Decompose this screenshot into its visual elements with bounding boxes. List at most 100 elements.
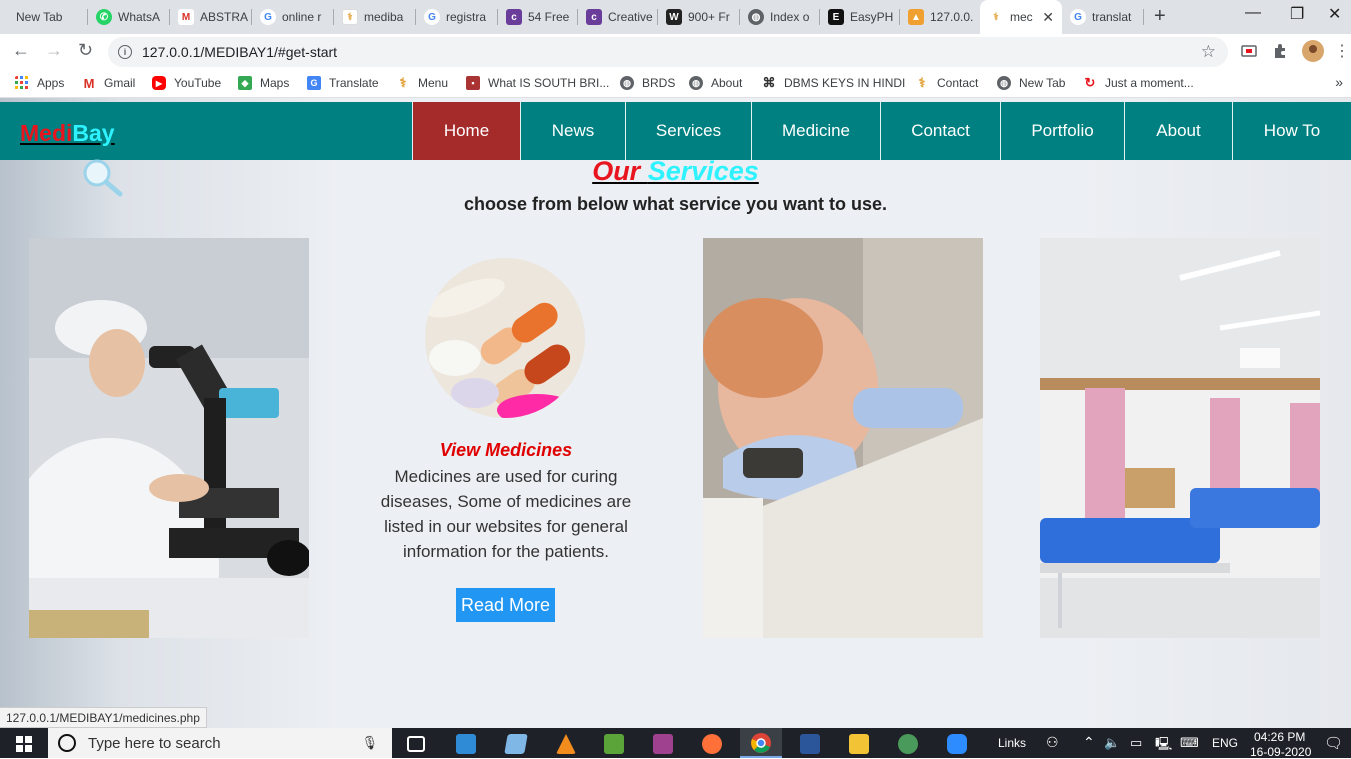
cortana-icon [58,734,76,752]
restore-icon[interactable]: ❐ [1290,4,1304,24]
windows-start-icon[interactable] [16,736,32,752]
zoom-icon[interactable] [947,734,967,754]
show-hidden-icons-chevron[interactable]: ⌃ [1083,734,1095,751]
caduceus-icon: ⚕ [342,9,358,25]
bookmark-contact[interactable]: ⚕ Contact [915,75,978,90]
word-icon[interactable] [800,734,820,754]
bookmark-label: YouTube [174,76,222,90]
bookmark-just-a-moment[interactable]: ↻ Just a moment... [1083,75,1194,90]
chrome-icon [751,733,771,753]
bookmark-youtube[interactable]: ▶ YouTube [152,76,221,90]
people-icon[interactable]: ⚇ [1046,734,1059,751]
bookmark-gmail[interactable]: M Gmail [82,76,135,91]
paint-icon[interactable] [898,734,918,754]
chrome-taskbar-active[interactable] [740,728,782,758]
nav-news[interactable]: News [520,102,625,160]
apps-grid-icon [15,76,28,89]
nav-portfolio[interactable]: Portfolio [1000,102,1124,160]
whatsapp-icon: ✆ [96,9,112,25]
nav-services[interactable]: Services [625,102,751,160]
file-explorer-icon[interactable] [849,734,869,754]
caduceus-icon: ⚕ [915,75,929,90]
nav-medicine[interactable]: Medicine [751,102,880,160]
new-tab-button[interactable]: + [1154,5,1166,28]
clock-date[interactable]: 16-09-2020 [1250,745,1311,759]
volume-icon[interactable]: 🔈 [1104,735,1120,751]
screen-capture-icon[interactable] [456,734,476,754]
task-view-icon[interactable] [407,736,425,752]
keyboard-icon[interactable]: ⌨ [1180,735,1199,751]
notepad-plus-icon[interactable] [604,734,624,754]
close-tab-icon[interactable]: ✕ [1042,9,1054,26]
menu-dots-icon[interactable]: ⋮ [1334,41,1350,61]
minimize-icon[interactable]: — [1245,4,1261,22]
bookmark-dbms-keys[interactable]: ⌘ DBMS KEYS IN HINDI [762,75,905,90]
tab-google-registra[interactable]: G registra [416,0,498,34]
bookmark-menu[interactable]: ⚕ Menu [396,75,448,90]
nav-home[interactable]: Home [412,102,520,160]
globe-icon: ◍ [997,76,1011,90]
clock-time[interactable]: 04:26 PM [1254,730,1305,744]
nav-how-to[interactable]: How To [1232,102,1351,160]
tab-gmail[interactable]: M ABSTRA [170,0,252,34]
vlc-icon[interactable] [556,734,576,754]
network-icon[interactable]: 🖳 [1155,735,1172,757]
globe-icon: ◍ [620,76,634,90]
bookmark-brds[interactable]: ◍ BRDS [620,76,675,90]
tab-new-tab[interactable]: New Tab [0,0,88,34]
tab-medibay-active[interactable]: ⚕ mec ✕ [980,0,1062,34]
sticky-notes-icon[interactable] [504,734,528,754]
tab-54-free[interactable]: c 54 Free [498,0,578,34]
address-bar[interactable]: i 127.0.0.1/MEDIBAY1/#get-start ☆ [108,37,1228,67]
bookmark-maps[interactable]: ◆ Maps [238,76,289,90]
tab-creative[interactable]: c Creative [578,0,658,34]
taskbar-search-box[interactable]: Type here to search 🎙 [48,728,392,758]
nav-label: About [1156,121,1201,140]
tab-label: online r [282,10,322,24]
hospital-ward-photo[interactable] [1040,238,1320,638]
microphone-icon[interactable]: 🎙 [361,735,378,751]
tab-medibay[interactable]: ⚕ mediba [334,0,416,34]
links-toolbar[interactable]: Links [998,736,1026,750]
search-placeholder: Type here to search [88,734,221,752]
tab-900-free[interactable]: W 900+ Fr [658,0,740,34]
colorlib-icon: c [586,9,602,25]
tab-index-of[interactable]: ◍ Index o [740,0,820,34]
extensions-icon[interactable] [1271,42,1289,60]
bookmark-south-bri[interactable]: ▪ What IS SOUTH BRI... [466,76,609,90]
nav-about[interactable]: About [1124,102,1232,160]
forward-icon[interactable]: → [45,40,63,61]
reload-icon[interactable]: ↻ [78,40,93,61]
info-icon[interactable]: i [118,45,132,59]
tab-easyphp[interactable]: E EasyPH [820,0,900,34]
bookmark-apps[interactable]: Apps [15,76,64,90]
profile-avatar-icon[interactable] [1302,40,1324,62]
bookmark-label: New Tab [1019,76,1066,90]
lab-scientist-photo[interactable] [29,238,309,638]
bookmark-label: Translate [329,76,379,90]
read-more-button[interactable]: Read More [456,588,555,622]
bookmark-label: Just a moment... [1105,76,1194,90]
tab-label: EasyPH [850,10,894,24]
notification-icon[interactable]: 🗨 [1324,734,1343,752]
nav-contact[interactable]: Contact [880,102,1000,160]
bookmarks-overflow-icon[interactable]: » [1335,74,1343,90]
battery-icon[interactable]: ▭ [1130,735,1142,751]
bookmark-new-tab[interactable]: ◍ New Tab [997,76,1065,90]
cast-icon[interactable] [1240,42,1258,60]
winrar-icon[interactable] [653,734,673,754]
tab-phpmyadmin[interactable]: ▲ 127.0.0. [900,0,980,34]
tab-whatsapp[interactable]: ✆ WhatsA [88,0,170,34]
bookmark-star-icon[interactable]: ☆ [1201,42,1216,62]
status-bar-url: 127.0.0.1/MEDIBAY1/medicines.php [0,707,207,728]
language-indicator[interactable]: ENG [1212,736,1238,750]
dentist-photo[interactable] [703,238,983,638]
back-icon[interactable]: ← [12,40,30,61]
tab-google-translate[interactable]: G translat [1062,0,1144,34]
tab-google-online[interactable]: G online r [252,0,334,34]
bookmark-about[interactable]: ◍ About [689,76,742,90]
close-window-icon[interactable]: ✕ [1328,4,1341,24]
site-logo[interactable]: MediBay [20,120,115,147]
firefox-icon[interactable] [702,734,722,754]
bookmark-translate[interactable]: G Translate [307,76,379,90]
